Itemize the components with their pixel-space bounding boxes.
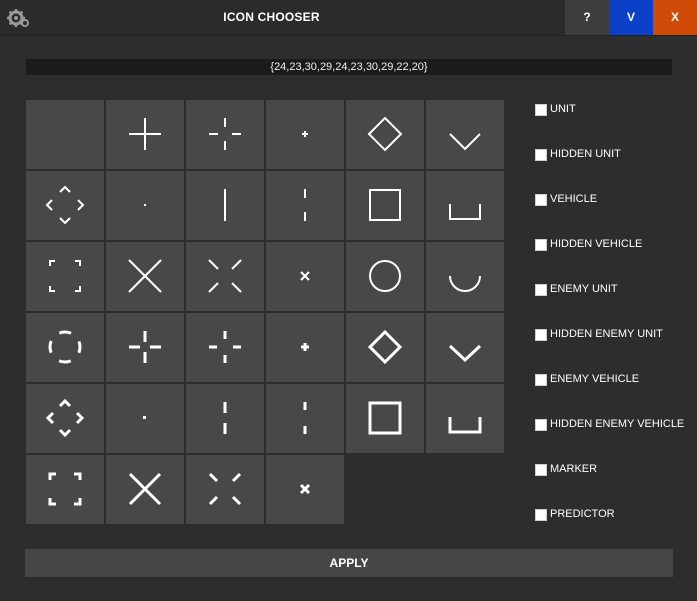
option-label: MARKER [550, 463, 598, 475]
icon-tile[interactable] [426, 171, 504, 240]
dashed-x-cross-icon [208, 259, 242, 293]
bold-small-x-icon [299, 483, 311, 495]
square-icon [369, 189, 401, 221]
icon-tile[interactable] [106, 313, 184, 382]
icon-tile[interactable] [26, 100, 104, 169]
option-label: VEHICLE [550, 193, 598, 205]
option-label: HIDDEN VEHICLE [550, 238, 643, 250]
dashed-crosshair-icon [209, 118, 241, 150]
bold-dashed-x-cross-icon [208, 472, 242, 506]
diamond-icon [367, 116, 403, 152]
icon-tile[interactable] [426, 313, 504, 382]
option-label: PREDICTOR [550, 508, 615, 520]
x-cross-icon [128, 259, 162, 293]
icon-tile[interactable] [106, 455, 184, 524]
icon-tile[interactable] [186, 171, 264, 240]
enemy-unit-checkbox[interactable] [535, 284, 547, 296]
unit-checkbox[interactable] [535, 104, 547, 116]
icon-tile[interactable] [266, 455, 344, 524]
bold-plus-icon [301, 343, 309, 351]
icon-tile[interactable] [266, 384, 344, 453]
confirm-button[interactable]: V [609, 0, 653, 35]
icon-tile[interactable] [26, 384, 104, 453]
icon-tile[interactable] [426, 242, 504, 311]
bold-dashed-crosshair-icon [209, 331, 241, 363]
icon-tile[interactable] [266, 242, 344, 311]
close-button[interactable]: X [653, 0, 697, 35]
icon-tile[interactable] [266, 171, 344, 240]
bold-diamond-corners-icon [45, 398, 85, 438]
enemy-vehicle-checkbox[interactable] [535, 374, 547, 386]
icon-tile[interactable] [426, 100, 504, 169]
icon-tile[interactable] [106, 384, 184, 453]
icon-tile[interactable] [266, 100, 344, 169]
bold-dashed-vertical-line-icon [303, 402, 307, 434]
icon-tile[interactable] [426, 384, 504, 453]
small-plus-icon [302, 131, 308, 137]
option-label: ENEMY UNIT [550, 283, 618, 295]
option-label: HIDDEN ENEMY VEHICLE [550, 418, 685, 430]
square-corners-icon [49, 260, 81, 292]
icon-tile[interactable] [106, 242, 184, 311]
icon-tile[interactable] [346, 242, 424, 311]
option-label: HIDDEN ENEMY UNIT [550, 328, 663, 340]
bold-crosshair-icon [129, 331, 161, 363]
half-circle-icon [449, 275, 481, 292]
bold-x-cross-icon [128, 472, 162, 506]
icon-tile[interactable] [266, 313, 344, 382]
icon-code-field[interactable]: {24,23,30,29,24,23,30,29,22,20} [26, 59, 672, 75]
blank-icon [26, 100, 104, 169]
predictor-checkbox[interactable] [535, 509, 547, 521]
bold-diamond-icon [367, 329, 403, 365]
vertical-line-icon [224, 189, 226, 221]
icon-tile[interactable] [26, 171, 104, 240]
icon-tile[interactable] [186, 384, 264, 453]
crosshair-icon [129, 118, 161, 150]
hidden-enemy-unit-checkbox[interactable] [535, 329, 547, 341]
vehicle-checkbox[interactable] [535, 194, 547, 206]
bold-dot-icon [143, 416, 146, 419]
circle-icon [369, 260, 401, 292]
dashed-circle-icon [48, 330, 82, 364]
icon-tile[interactable] [26, 313, 104, 382]
bold-bracket-cup-icon [448, 417, 482, 434]
icon-tile[interactable] [186, 313, 264, 382]
marker-checkbox[interactable] [535, 464, 547, 476]
bold-square-icon [368, 401, 402, 435]
option-label: ENEMY VEHICLE [550, 373, 640, 385]
icon-tile[interactable] [346, 313, 424, 382]
title-bar: ICON CHOOSER ? V X [0, 0, 697, 36]
icon-tile[interactable] [346, 171, 424, 240]
chevron-down-icon [449, 133, 481, 151]
window-title: ICON CHOOSER [223, 10, 320, 24]
icon-tile[interactable] [106, 100, 184, 169]
dashed-vertical-line-icon [304, 189, 306, 221]
icon-tile[interactable] [186, 242, 264, 311]
icon-tile[interactable] [346, 100, 424, 169]
icon-tile[interactable] [106, 171, 184, 240]
bold-vertical-line-icon [223, 402, 227, 434]
icon-tile[interactable] [26, 455, 104, 524]
hidden-unit-checkbox[interactable] [535, 149, 547, 161]
diamond-corners-icon [45, 185, 85, 225]
apply-button[interactable]: APPLY [25, 549, 673, 577]
hidden-vehicle-checkbox[interactable] [535, 239, 547, 251]
icon-tile[interactable] [346, 384, 424, 453]
option-label: UNIT [550, 103, 576, 115]
option-label: HIDDEN UNIT [550, 148, 621, 160]
bold-square-corners-icon [48, 472, 82, 506]
icon-tile[interactable] [186, 100, 264, 169]
help-button[interactable]: ? [565, 0, 609, 35]
hidden-enemy-vehicle-checkbox[interactable] [535, 419, 547, 431]
bold-chevron-down-icon [448, 344, 482, 363]
dot-icon [144, 204, 146, 206]
icon-tile[interactable] [186, 455, 264, 524]
icon-tile[interactable] [26, 242, 104, 311]
icon-grid [26, 100, 506, 524]
small-x-icon [300, 271, 310, 281]
bracket-cup-icon [449, 204, 481, 220]
